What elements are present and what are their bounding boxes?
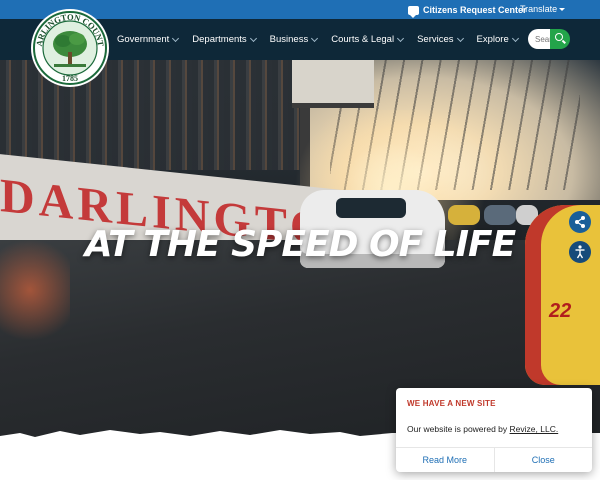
main-nav: Government Departments Business Courts &…	[117, 19, 532, 60]
race-car	[484, 205, 516, 225]
notice-actions: Read More Close	[396, 447, 592, 472]
translate-label: Translate	[520, 4, 558, 14]
nav-item-courts-legal[interactable]: Courts & Legal	[331, 34, 405, 45]
chevron-down-icon	[311, 34, 319, 42]
notice-title: WE HAVE A NEW SITE	[407, 399, 496, 408]
revize-link[interactable]: Revize, LLC.	[510, 424, 559, 434]
citizens-request-link[interactable]: Citizens Request Center	[408, 3, 527, 18]
nav-item-departments[interactable]: Departments	[192, 34, 257, 45]
notice-message-text: Our website is powered by	[407, 424, 510, 434]
svg-text:1785: 1785	[62, 74, 78, 83]
new-site-notice: WE HAVE A NEW SITE Our website is powere…	[396, 388, 592, 472]
nav-item-label: Services	[417, 34, 454, 45]
chevron-down-icon	[249, 34, 257, 42]
race-car	[448, 205, 480, 225]
site-search	[528, 29, 570, 49]
citizens-request-label: Citizens Request Center	[423, 5, 527, 15]
translate-dropdown[interactable]: Translate	[520, 4, 566, 14]
hero-tagline: AT THE SPEED OF LIFE	[84, 224, 516, 265]
nav-item-services[interactable]: Services	[417, 34, 464, 45]
chat-icon	[408, 5, 419, 18]
notice-message: Our website is powered by Revize, LLC.	[407, 424, 558, 434]
share-button[interactable]	[569, 211, 591, 233]
chevron-down-icon	[511, 34, 519, 42]
chevron-down-icon	[397, 34, 405, 42]
search-button[interactable]	[550, 29, 570, 49]
nav-item-label: Departments	[192, 34, 247, 45]
share-icon	[575, 216, 585, 228]
nav-item-business[interactable]: Business	[269, 34, 319, 45]
county-seal-logo[interactable]: DARLINGTON COUNTY 1785	[30, 8, 110, 88]
accessibility-icon	[575, 245, 585, 259]
nav-item-explore[interactable]: Explore	[476, 34, 519, 45]
nav-item-government[interactable]: Government	[117, 34, 180, 45]
close-button[interactable]: Close	[493, 448, 593, 472]
chevron-down-icon	[456, 34, 464, 42]
car-number: 22	[549, 300, 572, 322]
accessibility-button[interactable]	[569, 241, 591, 263]
car-windshield	[336, 198, 406, 218]
chevron-down-icon	[172, 34, 180, 42]
read-more-button[interactable]: Read More	[396, 448, 494, 472]
nav-item-label: Courts & Legal	[331, 34, 395, 45]
nav-item-label: Explore	[476, 34, 509, 45]
nav-item-label: Government	[117, 34, 170, 45]
caret-down-icon	[559, 7, 566, 11]
scoring-tower	[292, 60, 374, 108]
nav-item-label: Business	[269, 34, 309, 45]
